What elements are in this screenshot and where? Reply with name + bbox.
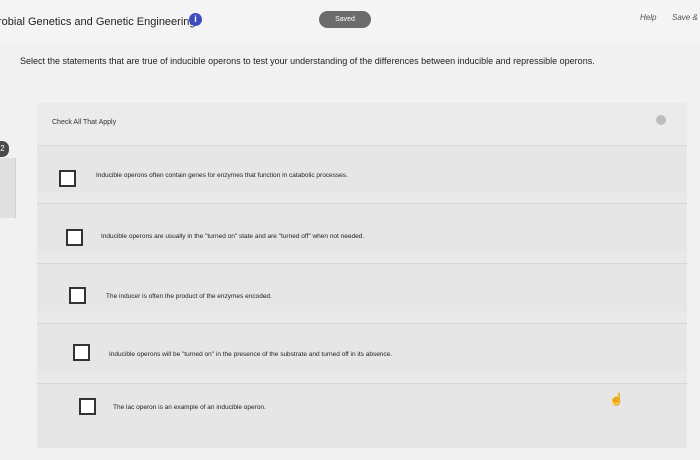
question-number-badge[interactable]: 2 (0, 141, 9, 157)
answer-panel: Check All That Apply Inducible operons o… (37, 103, 687, 448)
save-exit-link[interactable]: Save & (672, 13, 698, 22)
question-instructions: Select the statements that are true of i… (20, 56, 595, 66)
panel-header: Check All That Apply (37, 103, 687, 145)
option-checkbox[interactable] (59, 170, 76, 187)
saved-status-badge: Saved (319, 11, 371, 28)
hand-pointer-icon: ☝ (609, 392, 624, 406)
option-text: Inducible operons are usually in the "tu… (101, 233, 365, 240)
panel-indicator-dot (656, 115, 666, 125)
course-title: robial Genetics and Genetic Engineering (0, 16, 196, 28)
option-text: The lac operon is an example of an induc… (113, 404, 266, 411)
answer-option[interactable]: Inducible operons often contain genes fo… (37, 145, 687, 193)
info-icon[interactable]: i (189, 13, 202, 26)
check-all-label: Check All That Apply (52, 119, 117, 126)
answer-option[interactable]: Inducible operons will be "turned on" in… (37, 323, 687, 371)
answer-option[interactable]: The inducer is often the product of the … (37, 263, 687, 311)
option-checkbox[interactable] (73, 344, 90, 361)
answer-option[interactable]: Inducible operons are usually in the "tu… (37, 203, 687, 251)
help-link[interactable]: Help (640, 13, 656, 22)
option-text: The inducer is often the product of the … (106, 293, 272, 300)
side-rail (0, 158, 16, 218)
option-checkbox[interactable] (79, 398, 96, 415)
option-text: Inducible operons often contain genes fo… (96, 172, 348, 179)
answer-option[interactable]: The lac operon is an example of an induc… (37, 383, 687, 448)
option-checkbox[interactable] (69, 287, 86, 304)
top-bar: robial Genetics and Genetic Engineering … (0, 0, 700, 44)
option-checkbox[interactable] (66, 229, 83, 246)
option-text: Inducible operons will be "turned on" in… (109, 351, 393, 358)
